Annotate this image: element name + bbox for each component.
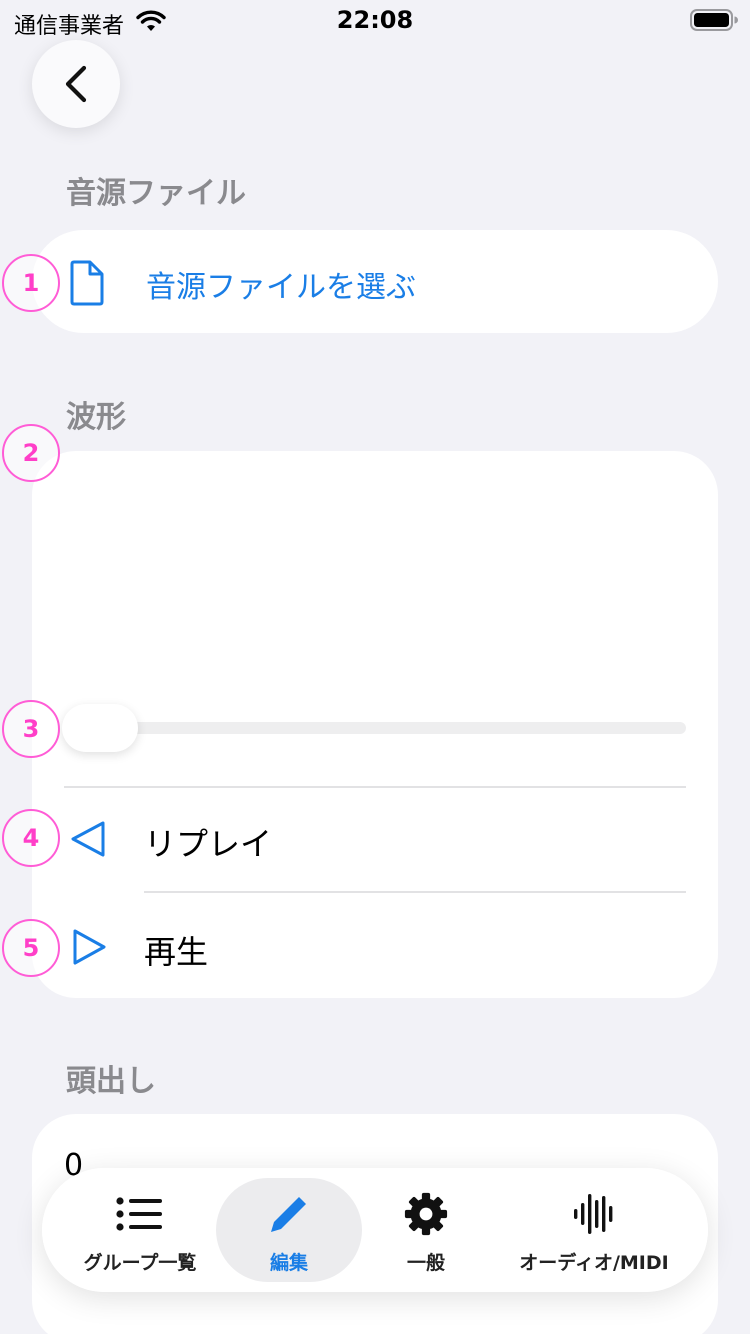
replay-button[interactable]: リプレイ	[32, 789, 718, 889]
tab-group-list[interactable]: グループ一覧	[70, 1168, 210, 1292]
document-icon	[70, 260, 104, 306]
annotation-badge-3: 3	[2, 700, 60, 758]
tab-general-label: 一般	[406, 1252, 445, 1274]
tab-bar: グループ一覧 編集 一般 オーディオ/MIDI	[42, 1168, 708, 1292]
tab-edit[interactable]: 編集	[216, 1168, 362, 1292]
list-icon	[116, 1197, 162, 1231]
replay-label: リプレイ	[144, 825, 273, 863]
choose-file-button[interactable]: 音源ファイルを選ぶ	[32, 230, 718, 333]
tab-audio-midi-label: オーディオ/MIDI	[519, 1252, 669, 1274]
annotation-badge-2: 2	[2, 424, 60, 482]
tab-edit-label: 編集	[269, 1252, 308, 1274]
play-button[interactable]: 再生	[32, 897, 718, 997]
play-label: 再生	[144, 933, 209, 971]
tab-group-list-label: グループ一覧	[83, 1252, 197, 1274]
annotation-badge-4: 4	[2, 809, 60, 867]
playback-slider-track[interactable]	[66, 722, 686, 734]
pencil-icon	[271, 1197, 306, 1232]
play-triangle-icon	[73, 929, 106, 965]
source-file-header: 音源ファイル	[66, 176, 246, 211]
chevron-left-icon	[65, 65, 87, 103]
tab-general[interactable]: 一般	[368, 1168, 484, 1292]
annotation-badge-5: 5	[2, 919, 60, 977]
divider	[144, 891, 686, 893]
waveform-icon	[574, 1194, 613, 1234]
status-bar: 通信事業者 22:08	[0, 0, 750, 40]
playback-slider-thumb[interactable]	[62, 704, 138, 752]
waveform-header: 波形	[66, 400, 126, 435]
back-button[interactable]	[32, 40, 120, 128]
waveform-display	[32, 451, 718, 691]
choose-file-label: 音源ファイルを選ぶ	[146, 270, 416, 305]
cue-header: 頭出し	[66, 1064, 156, 1099]
clock: 22:08	[336, 6, 414, 34]
waveform-card: リプレイ 再生	[32, 451, 718, 998]
tab-audio-midi[interactable]: オーディオ/MIDI	[504, 1168, 684, 1292]
gear-icon	[404, 1192, 448, 1236]
replay-triangle-icon	[71, 821, 105, 857]
annotation-badge-1: 1	[2, 254, 60, 312]
divider	[64, 786, 686, 788]
battery-icon	[690, 9, 738, 31]
